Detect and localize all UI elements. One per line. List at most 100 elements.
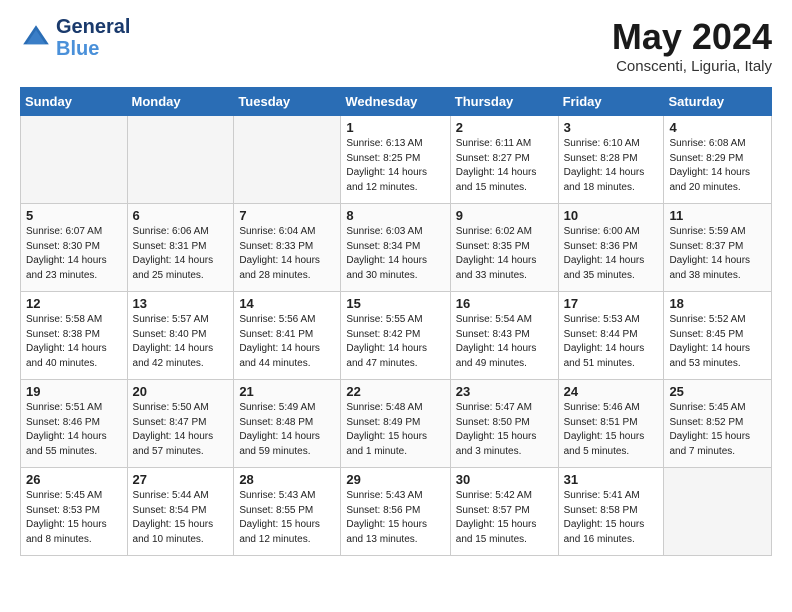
calendar-cell: 28 Sunrise: 5:43 AM Sunset: 8:55 PM Dayli… <box>234 468 341 556</box>
day-number: 5 <box>26 208 122 223</box>
day-info: Sunrise: 6:10 AM Sunset: 8:28 PM Dayligh… <box>564 137 659 195</box>
day-info: Sunrise: 5:55 AM Sunset: 8:42 PM Dayligh… <box>346 313 444 371</box>
calendar-cell: 29 Sunrise: 5:43 AM Sunset: 8:56 PM Dayli… <box>341 468 450 556</box>
day-info: Sunrise: 6:07 AM Sunset: 8:30 PM Dayligh… <box>26 225 122 283</box>
day-info: Sunrise: 6:06 AM Sunset: 8:31 PM Dayligh… <box>133 225 229 283</box>
day-info: Sunrise: 5:50 AM Sunset: 8:47 PM Dayligh… <box>133 401 229 459</box>
day-info: Sunrise: 5:45 AM Sunset: 8:52 PM Dayligh… <box>669 401 766 459</box>
weekday-header-wednesday: Wednesday <box>341 88 450 116</box>
calendar-cell: 31Sunrise: 5:41 AM Sunset: 8:58 PM Dayli… <box>558 468 664 556</box>
day-number: 23 <box>456 384 553 399</box>
calendar-cell: 9Sunrise: 6:02 AM Sunset: 8:35 PM Daylig… <box>450 204 558 292</box>
week-row-3: 12 Sunrise: 5:58 AM Sunset: 8:38 PM Dayli… <box>21 292 772 380</box>
calendar-cell: 1 Sunrise: 6:13 AM Sunset: 8:25 PM Daylig… <box>341 116 450 204</box>
day-number: 12 <box>26 296 122 311</box>
month-title: May 2024 <box>612 16 772 58</box>
calendar-cell <box>21 116 128 204</box>
day-info: Sunrise: 5:45 AM Sunset: 8:53 PM Dayligh… <box>26 489 122 547</box>
day-number: 11 <box>669 208 766 223</box>
day-info: Sunrise: 5:57 AM Sunset: 8:40 PM Dayligh… <box>133 313 229 371</box>
day-info: Sunrise: 6:03 AM Sunset: 8:34 PM Dayligh… <box>346 225 444 283</box>
day-number: 31 <box>564 472 659 487</box>
day-info: Sunrise: 5:48 AM Sunset: 8:49 PM Dayligh… <box>346 401 444 459</box>
day-info: Sunrise: 5:43 AM Sunset: 8:55 PM Dayligh… <box>239 489 335 547</box>
day-number: 27 <box>133 472 229 487</box>
day-info: Sunrise: 6:04 AM Sunset: 8:33 PM Dayligh… <box>239 225 335 283</box>
day-info: Sunrise: 5:53 AM Sunset: 8:44 PM Dayligh… <box>564 313 659 371</box>
day-info: Sunrise: 5:59 AM Sunset: 8:37 PM Dayligh… <box>669 225 766 283</box>
day-number: 24 <box>564 384 659 399</box>
logo-blue: Blue <box>56 38 130 60</box>
day-info: Sunrise: 5:42 AM Sunset: 8:57 PM Dayligh… <box>456 489 553 547</box>
day-number: 21 <box>239 384 335 399</box>
header: General Blue May 2024 Conscenti, Liguria… <box>20 16 772 75</box>
day-info: Sunrise: 6:11 AM Sunset: 8:27 PM Dayligh… <box>456 137 553 195</box>
calendar-cell: 27 Sunrise: 5:44 AM Sunset: 8:54 PM Dayli… <box>127 468 234 556</box>
calendar: SundayMondayTuesdayWednesdayThursdayFrid… <box>20 87 772 556</box>
calendar-cell: 2 Sunrise: 6:11 AM Sunset: 8:27 PM Daylig… <box>450 116 558 204</box>
day-number: 2 <box>456 120 553 135</box>
weekday-header-saturday: Saturday <box>664 88 772 116</box>
weekday-header-tuesday: Tuesday <box>234 88 341 116</box>
day-info: Sunrise: 5:58 AM Sunset: 8:38 PM Dayligh… <box>26 313 122 371</box>
calendar-cell: 19 Sunrise: 5:51 AM Sunset: 8:46 PM Dayli… <box>21 380 128 468</box>
logo-general: General <box>56 16 130 38</box>
day-info: Sunrise: 5:51 AM Sunset: 8:46 PM Dayligh… <box>26 401 122 459</box>
day-number: 26 <box>26 472 122 487</box>
day-info: Sunrise: 5:47 AM Sunset: 8:50 PM Dayligh… <box>456 401 553 459</box>
page: General Blue May 2024 Conscenti, Liguria… <box>0 0 792 572</box>
calendar-cell: 13 Sunrise: 5:57 AM Sunset: 8:40 PM Dayli… <box>127 292 234 380</box>
day-number: 4 <box>669 120 766 135</box>
calendar-cell: 17 Sunrise: 5:53 AM Sunset: 8:44 PM Dayli… <box>558 292 664 380</box>
weekday-header-monday: Monday <box>127 88 234 116</box>
day-number: 29 <box>346 472 444 487</box>
calendar-cell: 4Sunrise: 6:08 AM Sunset: 8:29 PM Daylig… <box>664 116 772 204</box>
day-info: Sunrise: 5:52 AM Sunset: 8:45 PM Dayligh… <box>669 313 766 371</box>
day-number: 7 <box>239 208 335 223</box>
day-number: 3 <box>564 120 659 135</box>
logo-icon <box>20 22 52 54</box>
calendar-cell: 5 Sunrise: 6:07 AM Sunset: 8:30 PM Daylig… <box>21 204 128 292</box>
location: Conscenti, Liguria, Italy <box>612 58 772 75</box>
calendar-cell: 21 Sunrise: 5:49 AM Sunset: 8:48 PM Dayli… <box>234 380 341 468</box>
day-number: 22 <box>346 384 444 399</box>
calendar-cell: 8 Sunrise: 6:03 AM Sunset: 8:34 PM Daylig… <box>341 204 450 292</box>
day-number: 28 <box>239 472 335 487</box>
day-info: Sunrise: 5:43 AM Sunset: 8:56 PM Dayligh… <box>346 489 444 547</box>
day-info: Sunrise: 6:02 AM Sunset: 8:35 PM Dayligh… <box>456 225 553 283</box>
week-row-4: 19 Sunrise: 5:51 AM Sunset: 8:46 PM Dayli… <box>21 380 772 468</box>
day-info: Sunrise: 5:49 AM Sunset: 8:48 PM Dayligh… <box>239 401 335 459</box>
day-number: 13 <box>133 296 229 311</box>
day-info: Sunrise: 5:44 AM Sunset: 8:54 PM Dayligh… <box>133 489 229 547</box>
calendar-cell: 24 Sunrise: 5:46 AM Sunset: 8:51 PM Dayli… <box>558 380 664 468</box>
calendar-cell: 11 Sunrise: 5:59 AM Sunset: 8:37 PM Dayli… <box>664 204 772 292</box>
day-number: 8 <box>346 208 444 223</box>
day-number: 30 <box>456 472 553 487</box>
day-number: 1 <box>346 120 444 135</box>
day-number: 25 <box>669 384 766 399</box>
calendar-cell: 16Sunrise: 5:54 AM Sunset: 8:43 PM Dayli… <box>450 292 558 380</box>
day-number: 10 <box>564 208 659 223</box>
day-info: Sunrise: 6:13 AM Sunset: 8:25 PM Dayligh… <box>346 137 444 195</box>
calendar-cell: 10Sunrise: 6:00 AM Sunset: 8:36 PM Dayli… <box>558 204 664 292</box>
day-info: Sunrise: 5:46 AM Sunset: 8:51 PM Dayligh… <box>564 401 659 459</box>
logo: General Blue <box>20 16 130 60</box>
day-number: 19 <box>26 384 122 399</box>
calendar-cell: 22 Sunrise: 5:48 AM Sunset: 8:49 PM Dayli… <box>341 380 450 468</box>
calendar-cell: 7 Sunrise: 6:04 AM Sunset: 8:33 PM Daylig… <box>234 204 341 292</box>
day-number: 18 <box>669 296 766 311</box>
calendar-cell: 12 Sunrise: 5:58 AM Sunset: 8:38 PM Dayli… <box>21 292 128 380</box>
calendar-cell: 30 Sunrise: 5:42 AM Sunset: 8:57 PM Dayli… <box>450 468 558 556</box>
weekday-header-friday: Friday <box>558 88 664 116</box>
day-number: 20 <box>133 384 229 399</box>
title-block: May 2024 Conscenti, Liguria, Italy <box>612 16 772 75</box>
calendar-cell <box>127 116 234 204</box>
calendar-cell: 18 Sunrise: 5:52 AM Sunset: 8:45 PM Dayli… <box>664 292 772 380</box>
calendar-cell: 25 Sunrise: 5:45 AM Sunset: 8:52 PM Dayli… <box>664 380 772 468</box>
calendar-cell <box>234 116 341 204</box>
day-info: Sunrise: 5:54 AM Sunset: 8:43 PM Dayligh… <box>456 313 553 371</box>
day-number: 6 <box>133 208 229 223</box>
calendar-cell: 3 Sunrise: 6:10 AM Sunset: 8:28 PM Daylig… <box>558 116 664 204</box>
calendar-cell: 6 Sunrise: 6:06 AM Sunset: 8:31 PM Daylig… <box>127 204 234 292</box>
day-number: 17 <box>564 296 659 311</box>
